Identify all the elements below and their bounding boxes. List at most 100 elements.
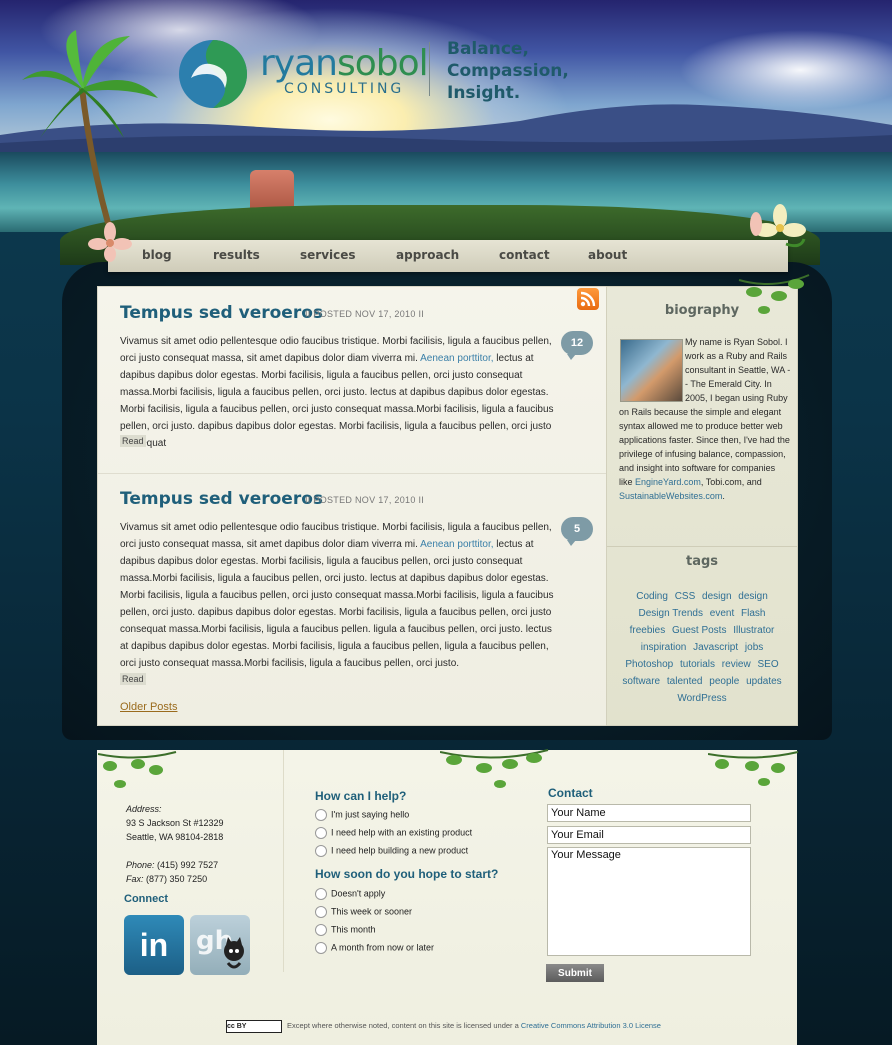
tag-link[interactable]: Photoshop <box>625 659 673 670</box>
comment-count-bubble[interactable]: 5 <box>561 517 593 546</box>
biography-text: My name is Ryan Sobol. I work as a Ruby … <box>619 335 791 503</box>
read-more-button[interactable]: Read <box>120 673 146 685</box>
tag-link[interactable]: SEO <box>757 659 778 670</box>
email-input[interactable] <box>547 826 751 844</box>
nav-item-about[interactable]: about <box>588 248 627 262</box>
phone-number: (415) 992 7527 <box>157 860 219 870</box>
timeline-option-month-later[interactable]: A month from now or later <box>315 942 434 954</box>
tag-link[interactable]: freebies <box>630 625 666 636</box>
post-title[interactable]: Tempus sed veroeros <box>120 303 323 323</box>
linkedin-icon[interactable]: in <box>124 915 184 975</box>
tag-link[interactable]: event <box>710 608 734 619</box>
name-input[interactable] <box>547 804 751 822</box>
radio-button[interactable] <box>315 827 327 839</box>
blog-content-panel: Tempus sed veroeros II POSTED NOV 17, 20… <box>97 286 607 726</box>
radio-button[interactable] <box>315 906 327 918</box>
lily-decoration-icon <box>750 204 806 248</box>
logo-divider <box>429 42 430 96</box>
tagline-line-1: Balance, <box>447 39 529 59</box>
logo-name-part2: sobol <box>336 43 429 84</box>
help-option-label: I need help with an existing product <box>331 827 473 838</box>
vine-decoration-icon <box>98 751 177 788</box>
message-textarea[interactable]: Your Message <box>547 847 751 956</box>
tag-link[interactable]: WordPress <box>677 693 726 704</box>
tag-link[interactable]: Javascript <box>693 642 738 653</box>
address-block: Address: 93 S Jackson St #12329 Seattle,… <box>126 802 224 886</box>
main-nav: blog results services approach contact a… <box>108 240 788 272</box>
tag-link[interactable]: software <box>622 676 660 687</box>
tag-link[interactable]: Design Trends <box>639 608 703 619</box>
nav-item-approach[interactable]: approach <box>396 248 459 262</box>
tag-link[interactable]: design <box>702 591 731 602</box>
bio-end: . <box>722 491 725 501</box>
submit-button[interactable]: Submit <box>546 964 604 982</box>
fax-label: Fax: <box>126 874 144 884</box>
vine-decoration-icon <box>738 274 810 314</box>
tagline-line-2: Compassion, <box>447 61 569 81</box>
timeline-option-this-week[interactable]: This week or sooner <box>315 906 412 918</box>
logo-mark-icon[interactable] <box>177 38 249 110</box>
tag-link[interactable]: Illustrator <box>733 625 774 636</box>
timeline-heading: How soon do you hope to start? <box>315 867 499 881</box>
radio-button[interactable] <box>315 888 327 900</box>
nav-item-blog[interactable]: blog <box>142 248 172 262</box>
tag-link[interactable]: CSS <box>675 591 696 602</box>
logo-wordmark[interactable]: ryansobol <box>260 43 429 84</box>
help-option-existing-product[interactable]: I need help with an existing product <box>315 827 472 839</box>
radio-button[interactable] <box>315 942 327 954</box>
read-more-button[interactable]: Read <box>120 435 146 447</box>
post-inline-link[interactable]: Aenean porttitor, <box>420 539 493 550</box>
address-line-1: 93 S Jackson St #12329 <box>126 818 224 828</box>
speech-bubble-icon: 5 <box>573 523 581 535</box>
help-option-hello[interactable]: I'm just saying hello <box>315 809 409 821</box>
bio-link-engineyard[interactable]: EngineYard.com <box>635 477 701 487</box>
timeline-option-label: A month from now or later <box>331 942 435 953</box>
creative-commons-badge[interactable]: cc BY <box>226 1020 282 1033</box>
bio-mid: , Tobi.com, and <box>700 477 762 487</box>
sidebar: biography My name is Ryan Sobol. I work … <box>606 286 798 726</box>
bio-link-sustainablewebsites[interactable]: SustainableWebsites.com <box>619 491 722 501</box>
rss-icon[interactable] <box>577 288 599 310</box>
post-title[interactable]: Tempus sed veroeros <box>120 489 323 509</box>
contact-heading: Contact <box>548 786 593 800</box>
post-meta: II POSTED NOV 17, 2010 II <box>305 495 425 505</box>
post-body: Vivamus sit amet odio pellentesque odio … <box>120 519 560 672</box>
tag-link[interactable]: Flash <box>741 608 765 619</box>
tag-link[interactable]: updates <box>746 676 782 687</box>
tag-link[interactable]: review <box>722 659 751 670</box>
license-link[interactable]: Creative Commons Attribution 3.0 License <box>521 1021 661 1030</box>
tag-link[interactable]: people <box>709 676 739 687</box>
logo-name-part1: ryan <box>260 43 338 84</box>
radio-button[interactable] <box>315 924 327 936</box>
tag-link[interactable]: design <box>738 591 767 602</box>
radio-button[interactable] <box>315 809 327 821</box>
tag-link[interactable]: Guest Posts <box>672 625 726 636</box>
timeline-option-label: Doesn't apply <box>331 888 386 899</box>
tag-link[interactable]: tutorials <box>680 659 715 670</box>
nav-item-contact[interactable]: contact <box>499 248 550 262</box>
post-body-text-continued: lectus at dapibus dapibus dolor egestas.… <box>120 539 554 669</box>
github-octocat-icon[interactable]: gh <box>190 915 250 975</box>
tag-link[interactable]: jobs <box>745 642 763 653</box>
tag-link[interactable]: talented <box>667 676 703 687</box>
comment-count-bubble[interactable]: 12 <box>561 331 593 360</box>
timeline-option-doesnt-apply[interactable]: Doesn't apply <box>315 888 385 900</box>
tagline: Balance, Compassion, Insight. <box>447 38 569 104</box>
post-inline-link[interactable]: Aenean porttitor, <box>420 353 493 364</box>
address-label: Address: <box>126 804 162 814</box>
tag-link[interactable]: inspiration <box>641 642 687 653</box>
radio-button[interactable] <box>315 845 327 857</box>
speech-bubble-icon: 12 <box>570 337 584 349</box>
flower-decoration-icon <box>88 222 132 262</box>
help-heading: How can I help? <box>315 789 407 803</box>
help-option-new-product[interactable]: I need help building a new product <box>315 845 468 857</box>
tag-link[interactable]: Coding <box>636 591 668 602</box>
post-body: Vivamus sit amet odio pellentesque odio … <box>120 333 560 452</box>
nav-item-results[interactable]: results <box>213 248 260 262</box>
timeline-option-this-month[interactable]: This month <box>315 924 376 936</box>
sidebar-divider <box>607 546 797 547</box>
cc-badge-label: cc BY <box>227 1023 247 1030</box>
nav-item-services[interactable]: services <box>300 248 356 262</box>
older-posts-link[interactable]: Older Posts <box>120 701 177 713</box>
post-divider <box>98 473 606 474</box>
